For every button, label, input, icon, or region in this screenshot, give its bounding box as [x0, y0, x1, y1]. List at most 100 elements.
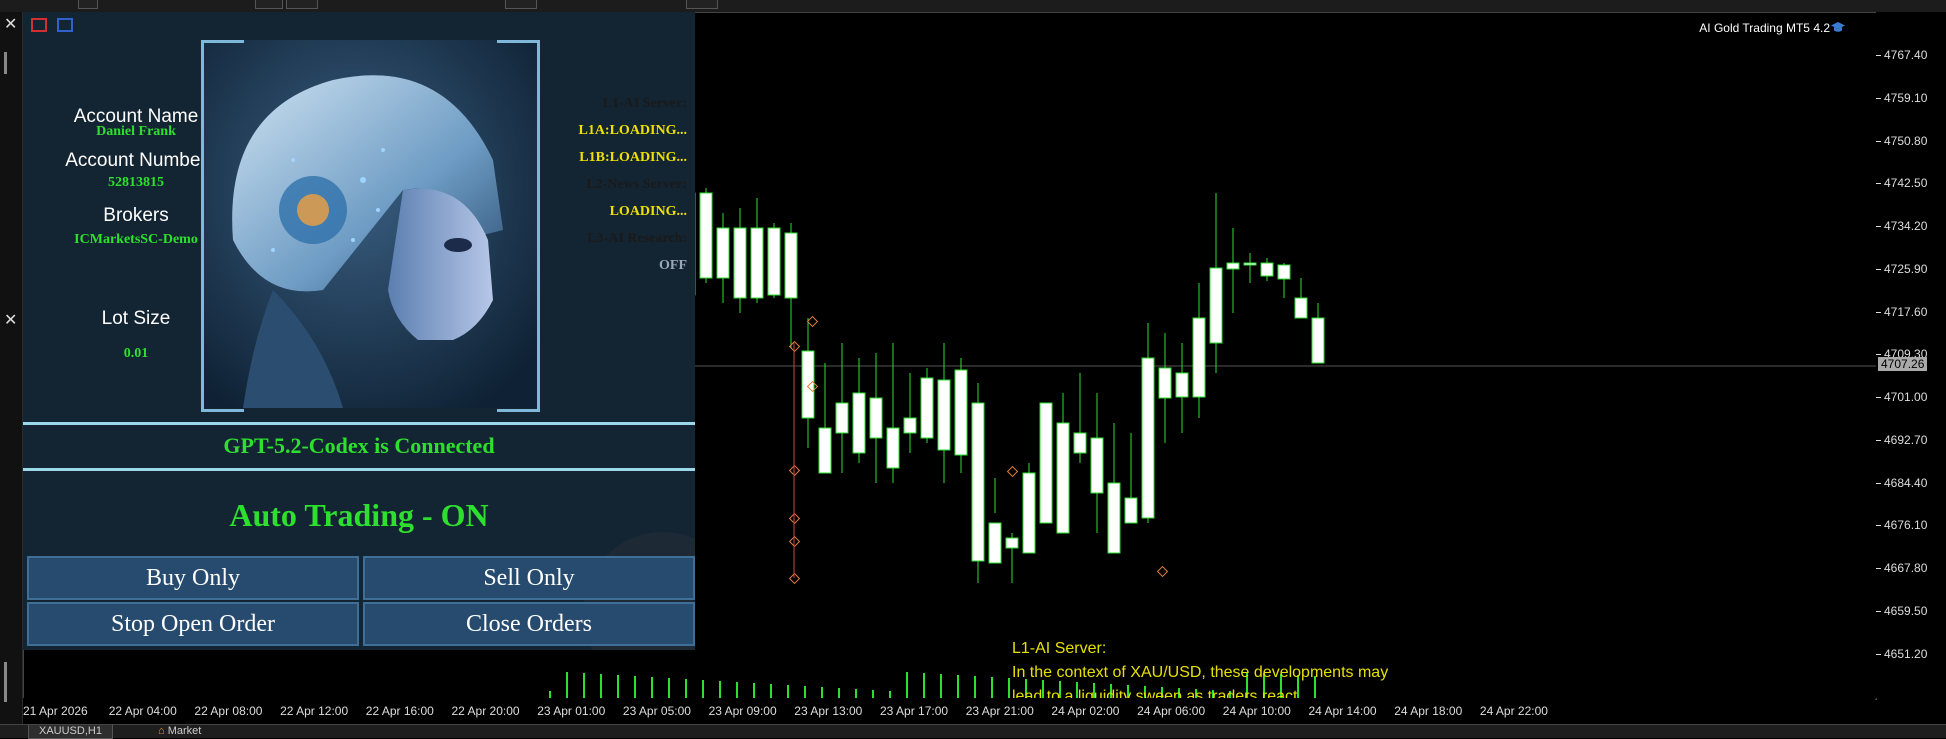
price-axis[interactable]: 4767.40 4759.10 4750.80 4742.50 4734.20 4725.… [1875, 12, 1946, 698]
candle-body [750, 227, 764, 299]
buy-only-button[interactable]: Buy Only [27, 556, 359, 600]
price-tick-label: 4767.40 [1875, 48, 1928, 62]
trade-marker [1156, 565, 1169, 578]
account-name-value: Daniel Frank [96, 124, 176, 139]
toolbar-button[interactable] [286, 0, 318, 9]
toolbar-button[interactable] [686, 0, 718, 9]
candle-body [954, 369, 968, 456]
divider [23, 468, 695, 471]
time-tick-label: 24 Apr 06:00 [1137, 704, 1206, 718]
candle-body [1311, 317, 1325, 364]
brokers-label: Brokers [103, 205, 169, 226]
broker-value: ICMarketsSC-Demo [74, 232, 198, 247]
candle-body [1175, 372, 1189, 398]
price-tick-label: 4676.10 [1875, 518, 1928, 533]
candle-body [733, 227, 747, 299]
candle-body [886, 427, 900, 469]
candle-body [1260, 262, 1274, 277]
time-tick-label: 22 Apr 08:00 [194, 704, 263, 718]
menu-icon[interactable] [31, 18, 47, 32]
trade-marker [806, 315, 819, 328]
time-tick-label: 23 Apr 05:00 [622, 704, 691, 718]
candle-body [869, 397, 883, 439]
commentary-line: In the context of XAU/USD, these develop… [1012, 664, 1389, 681]
candle-body [1192, 317, 1206, 398]
candle-body [852, 392, 866, 454]
trading-panel: Account Name Daniel Frank Account Number… [23, 12, 695, 650]
chart-title: AI Gold Trading MT5 4.2 [1699, 21, 1830, 35]
ai-status-line: OFF [659, 258, 687, 273]
market-icon: ⌂ [158, 725, 165, 737]
toolbar-button[interactable] [255, 0, 283, 9]
candle-body [1141, 357, 1155, 519]
price-tick-label: 4725.90 [1875, 261, 1928, 276]
tab-market[interactable]: ⌂ Market [158, 725, 201, 738]
candle-body [1294, 297, 1308, 319]
price-tick-label: 4659.50 [1875, 603, 1928, 618]
time-tick-label: 22 Apr 20:00 [451, 704, 520, 718]
panel-icons [31, 18, 79, 37]
candle-body [903, 417, 917, 434]
candle-body [988, 522, 1002, 564]
current-price-label: 4707.26 [1878, 357, 1928, 371]
divider [23, 422, 695, 425]
close-orders-button[interactable]: Close Orders [363, 602, 695, 646]
candle-body [971, 402, 985, 562]
trade-marker [1006, 465, 1019, 478]
candle-body [1005, 537, 1019, 549]
auto-trading-status[interactable]: Auto Trading - ON [23, 490, 695, 540]
graduation-cap-icon [1831, 22, 1845, 32]
price-tick-label: 4742.50 [1875, 176, 1928, 191]
candle-body [1073, 432, 1087, 454]
time-tick-label: 24 Apr 18:00 [1394, 704, 1463, 718]
candle-body [801, 350, 815, 419]
candle-body [1243, 262, 1257, 266]
price-tick-label: 4651.20 [1875, 646, 1928, 661]
time-tick-label: 22 Apr 16:00 [365, 704, 434, 718]
time-tick-label: 21 Apr 2026 [23, 704, 88, 718]
candle-body [835, 402, 849, 434]
time-tick-label: 24 Apr 02:00 [1051, 704, 1120, 718]
tab-label: Market [167, 725, 202, 737]
close-icon[interactable]: ✕ [4, 14, 17, 34]
time-tick-label: 22 Apr 04:00 [108, 704, 177, 718]
toolbar-button[interactable] [505, 0, 537, 9]
lot-size-value: 0.01 [123, 346, 149, 361]
price-tick-label: 4692.70 [1875, 432, 1928, 447]
connection-status: GPT-5.2-Codex is Connected [223, 433, 495, 458]
candle-body [1090, 437, 1104, 494]
candle-body [699, 192, 713, 279]
time-tick-label: 23 Apr 09:00 [708, 704, 777, 718]
candle-body [920, 377, 934, 439]
scroll-handle[interactable] [4, 662, 7, 702]
toolbar-button[interactable] [78, 0, 98, 9]
price-tick-label: 4734.20 [1875, 219, 1928, 233]
account-number-value: 52813815 [108, 175, 164, 190]
price-tick-label: 4701.00 [1875, 390, 1928, 404]
candle-body [1209, 267, 1223, 344]
chart-tabs: XAUUSD,H1 ⌂ Market [0, 724, 1946, 739]
candle-body [1277, 264, 1291, 280]
candle-body [784, 232, 798, 299]
time-tick-label: 23 Apr 13:00 [794, 704, 863, 718]
price-tick-label: 4759.10 [1875, 90, 1928, 105]
time-tick-label: 23 Apr 17:00 [880, 704, 949, 718]
candle-body [1107, 482, 1121, 554]
ai-status-line: L1-AI Server: [602, 96, 687, 111]
time-tick-label: 24 Apr 22:00 [1479, 704, 1548, 718]
time-tick-label: 24 Apr 14:00 [1308, 704, 1377, 718]
lot-size-label: Lot Size [101, 308, 171, 329]
price-tick-label: 4684.40 [1875, 475, 1928, 490]
price-tick-label: 4667.80 [1875, 561, 1928, 575]
commentary-line: L1-AI Server: [1012, 640, 1107, 657]
time-tick-label: 24 Apr 10:00 [1222, 704, 1291, 718]
candle-body [716, 227, 730, 279]
sell-only-button[interactable]: Sell Only [363, 556, 695, 600]
stop-open-order-button[interactable]: Stop Open Order [27, 602, 359, 646]
settings-icon[interactable] [57, 18, 74, 32]
time-axis[interactable]: 21 Apr 2026 22 Apr 04:00 22 Apr 08:00 22 Ap… [23, 698, 1875, 724]
candle-body [1039, 402, 1053, 524]
close-icon[interactable]: ✕ [4, 310, 17, 330]
time-tick-label: 22 Apr 12:00 [280, 704, 349, 718]
scroll-handle[interactable] [4, 52, 7, 74]
